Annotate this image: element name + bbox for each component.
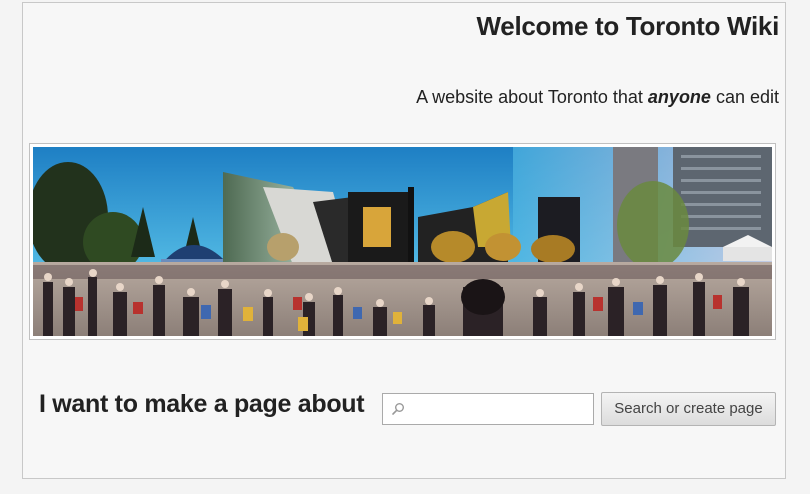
- page-name-field[interactable]: [382, 393, 594, 425]
- tagline-text-start: A website about Toronto that: [416, 87, 648, 107]
- search-icon: [392, 403, 404, 415]
- tagline-emphasis: anyone: [647, 87, 711, 107]
- page-title: Welcome to Toronto Wiki: [476, 11, 780, 41]
- create-page-prompt: I want to make a page about: [39, 390, 365, 418]
- tagline-text-end: can edit: [710, 87, 779, 107]
- page-tagline: A website about Toronto that anyone can …: [416, 87, 779, 108]
- page-name-input[interactable]: [409, 396, 593, 424]
- search-or-create-button[interactable]: Search or create page: [601, 392, 776, 426]
- banner-panorama-photo: [33, 147, 772, 336]
- banner-image: [29, 143, 776, 340]
- main-panel: Welcome to Toronto Wiki A website about …: [22, 2, 786, 479]
